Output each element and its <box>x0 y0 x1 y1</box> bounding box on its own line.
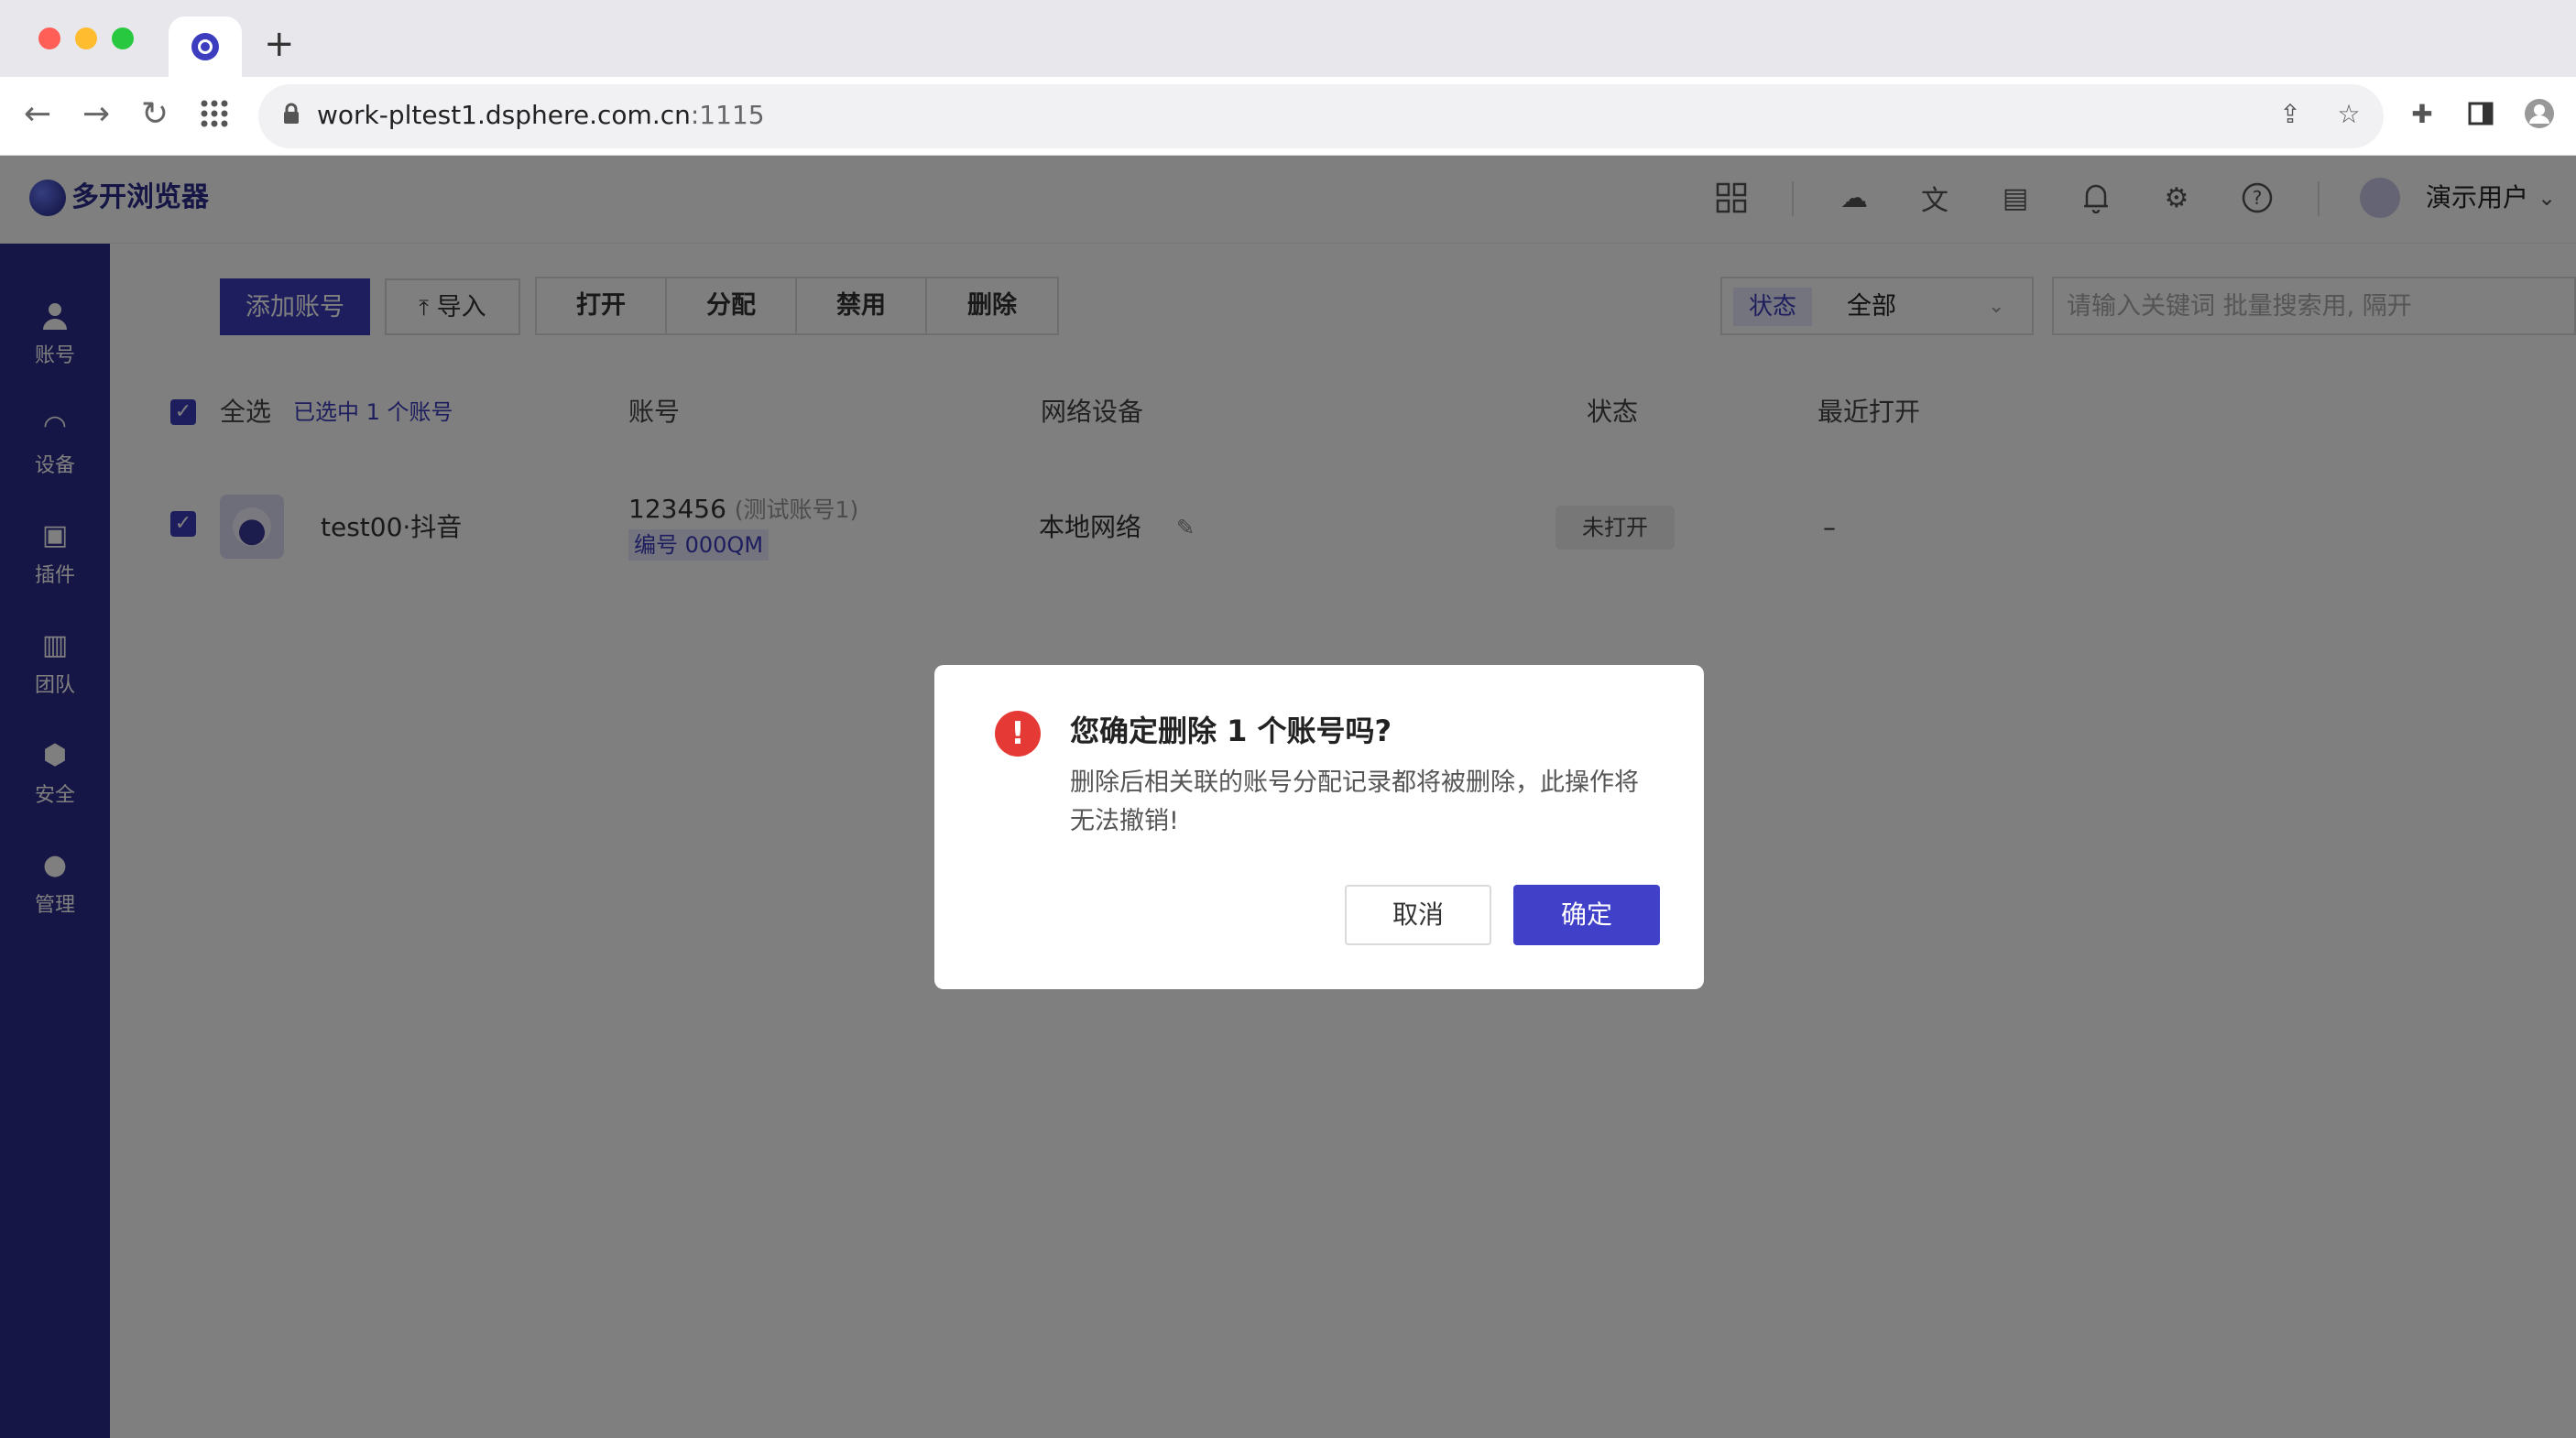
app-favicon-icon <box>191 33 219 60</box>
lock-icon <box>275 97 308 130</box>
maximize-window-button[interactable] <box>112 27 134 49</box>
forward-icon[interactable]: → <box>82 94 110 135</box>
close-window-button[interactable] <box>38 27 60 49</box>
dialog-message: 删除后相关联的账号分配记录都将被删除，此操作将无法撤销! <box>1070 768 1639 835</box>
extensions-puzzle-icon[interactable]: ✚ <box>2406 97 2439 130</box>
confirm-button[interactable]: 确定 <box>1513 885 1660 945</box>
apps-grid-icon[interactable] <box>198 97 231 130</box>
url-text: work-pltest1.dsphere.com.cn:1115 <box>317 99 765 132</box>
bookmark-star-icon[interactable]: ☆ <box>2332 97 2365 130</box>
confirm-delete-dialog: ! 您确定删除 1 个账号吗? 删除后相关联的账号分配记录都将被删除，此操作将无… <box>934 665 1704 989</box>
warning-icon: ! <box>995 711 1041 757</box>
new-tab-button[interactable]: + <box>264 26 295 62</box>
url-host: work-pltest1.dsphere.com.cn <box>317 100 691 130</box>
cancel-button[interactable]: 取消 <box>1345 885 1491 945</box>
share-icon[interactable]: ⇪ <box>2274 97 2307 130</box>
dialog-title: 您确定删除 1 个账号吗? <box>1070 714 1392 748</box>
browser-tab[interactable] <box>169 16 242 77</box>
profile-icon[interactable] <box>2523 97 2556 130</box>
reload-icon[interactable]: ↻ <box>141 94 169 135</box>
browser-tabstrip <box>0 0 2576 77</box>
minimize-window-button[interactable] <box>75 27 97 49</box>
url-port: :1115 <box>690 100 765 130</box>
side-panel-icon[interactable] <box>2464 97 2497 130</box>
back-icon[interactable]: ← <box>24 94 51 135</box>
